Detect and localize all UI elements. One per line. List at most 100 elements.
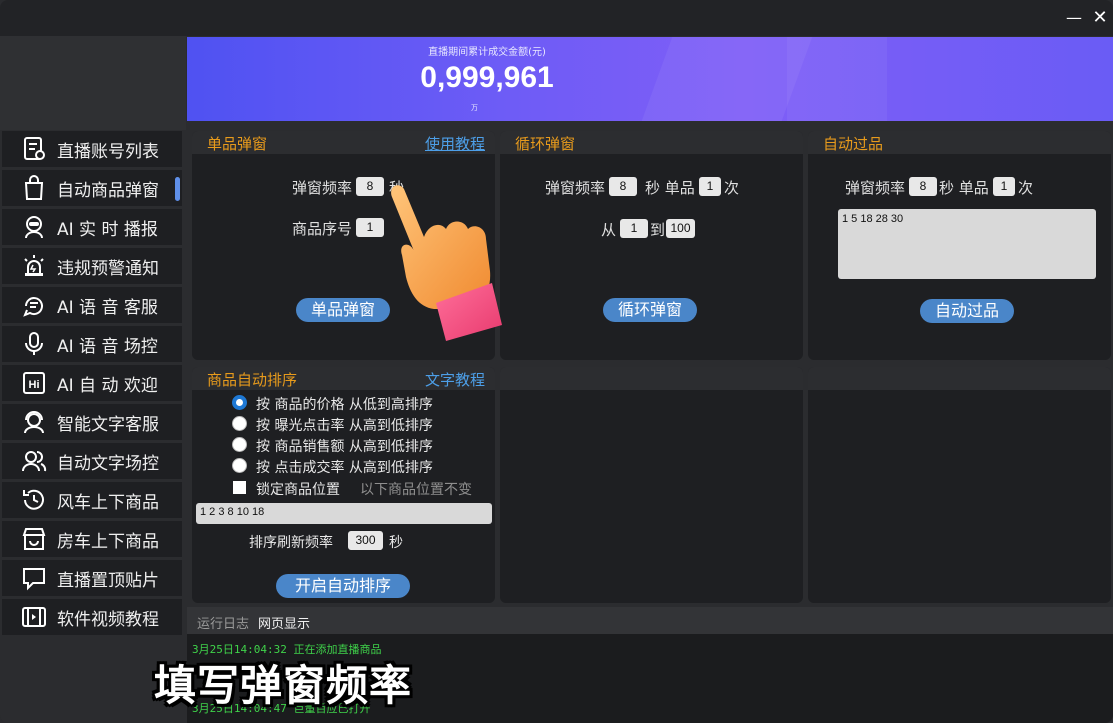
panel-title: 自动过品 (823, 135, 884, 153)
sidebar-item-ai-welcome[interactable]: Hi AI 自 动 欢迎 (2, 365, 182, 401)
sort-option-label: 按 曝光点击率 从高到低排序 (256, 418, 433, 434)
store-icon (19, 524, 49, 554)
sidebar-item-label: 违规预警通知 (57, 258, 159, 279)
tab-run-log[interactable]: 运行日志 (197, 613, 249, 632)
hi-icon: Hi (19, 368, 49, 398)
banner-title: 直播期间累计成交金额(元) (428, 47, 546, 58)
single-popup-button[interactable]: 单品弹窗 (296, 298, 390, 322)
auto-pass-count-unit: 次 (1018, 179, 1034, 197)
auto-pass-list-textarea[interactable]: 1 5 18 28 30 (838, 209, 1096, 279)
range-from-label: 从 (601, 221, 617, 239)
sidebar-item-pinned-sticker[interactable]: 直播置顶贴片 (2, 560, 182, 596)
auto-pass-frequency-label: 弹窗频率 (845, 179, 906, 197)
auto-pass-frequency-input[interactable]: 8 (909, 177, 937, 196)
sidebar-item-auto-popup[interactable]: 自动商品弹窗 (2, 170, 182, 206)
users-icon (19, 446, 49, 476)
panel-title: 循环弹窗 (515, 135, 576, 153)
sidebar-item-label: 自动商品弹窗 (57, 180, 159, 201)
sidebar-item-label: 自动文字场控 (57, 453, 159, 474)
banner-unit: 万 (471, 104, 478, 112)
refresh-frequency-unit: 秒 (389, 535, 403, 551)
sidebar: 直播账号列表 自动商品弹窗 AI 实 时 播报 违规预警通知 AI 语 音 客服… (0, 36, 186, 723)
sidebar-item-label: 直播账号列表 (57, 141, 159, 162)
banner-value: 0,999,961 (420, 61, 554, 94)
log-tabs (187, 607, 1113, 634)
sidebar-item-rv-products[interactable]: 房车上下商品 (2, 521, 182, 557)
lock-position-hint: 以下商品位置不变 (360, 482, 472, 498)
sales-banner: 直播期间累计成交金额(元) 0,999,961 万 (187, 37, 1113, 121)
sidebar-item-text-control[interactable]: 自动文字场控 (2, 443, 182, 479)
app-window: — ✕ 直播账号列表 自动商品弹窗 AI 实 时 播报 违规预警通知 AI 语 … (0, 0, 1113, 723)
auto-pass-frequency-unit: 秒 单品 (939, 179, 989, 197)
account-list-icon (19, 134, 49, 164)
refresh-frequency-input[interactable]: 300 (348, 531, 383, 550)
sidebar-item-label: 风车上下商品 (57, 492, 159, 513)
empty-panel (500, 367, 803, 603)
sidebar-item-account-list[interactable]: 直播账号列表 (2, 131, 182, 167)
message-icon (19, 563, 49, 593)
bag-icon (19, 173, 49, 203)
usage-tutorial-link[interactable]: 使用教程 (425, 133, 485, 154)
loop-frequency-input[interactable]: 8 (609, 177, 637, 196)
sort-option-radio[interactable] (232, 437, 247, 452)
voice-service-icon (19, 290, 49, 320)
loop-frequency-label: 弹窗频率 (545, 179, 606, 197)
svg-text:Hi: Hi (29, 379, 40, 391)
range-to-label: 到 (650, 221, 666, 239)
auto-pass-button[interactable]: 自动过品 (920, 299, 1014, 323)
sort-option-radio[interactable] (232, 416, 247, 431)
title-bar: — ✕ (0, 0, 1113, 36)
sidebar-item-label: AI 自 动 欢迎 (57, 375, 158, 396)
locked-positions-input[interactable]: 1 2 3 8 10 18 (196, 503, 492, 524)
sidebar-item-label: 软件视频教程 (57, 609, 159, 630)
tab-web-view[interactable]: 网页显示 (258, 613, 310, 632)
sidebar-item-video-tutorial[interactable]: 软件视频教程 (2, 599, 182, 635)
close-icon[interactable]: ✕ (1090, 8, 1110, 28)
refresh-frequency-label: 排序刷新频率 (249, 535, 333, 551)
sidebar-item-ai-voice-control[interactable]: AI 语 音 场控 (2, 326, 182, 362)
sidebar-item-windmill-products[interactable]: 风车上下商品 (2, 482, 182, 518)
sidebar-item-ai-voice-service[interactable]: AI 语 音 客服 (2, 287, 182, 323)
minimize-icon[interactable]: — (1064, 8, 1084, 28)
range-to-input[interactable]: 100 (666, 219, 695, 238)
sort-option-label: 按 商品销售额 从高到低排序 (256, 439, 433, 455)
loop-count-input[interactable]: 1 (699, 177, 721, 196)
alarm-icon (19, 251, 49, 281)
panel-header (500, 367, 803, 390)
sidebar-item-violation-alert[interactable]: 违规预警通知 (2, 248, 182, 284)
sidebar-item-label: AI 语 音 场控 (57, 336, 158, 357)
video-caption: 填写弹窗频率 (154, 661, 413, 710)
lock-position-label: 锁定商品位置 (256, 482, 340, 498)
panel-title: 单品弹窗 (207, 135, 268, 153)
microphone-icon (19, 329, 49, 359)
start-auto-sort-button[interactable]: 开启自动排序 (276, 574, 410, 598)
sidebar-item-ai-broadcast[interactable]: AI 实 时 播报 (2, 209, 182, 245)
sort-option-label: 按 点击成交率 从高到低排序 (256, 460, 433, 476)
banner-decoration (787, 37, 887, 121)
pointing-hand-icon (391, 185, 502, 341)
sidebar-item-label: AI 实 时 播报 (57, 219, 158, 240)
agent-icon (19, 407, 49, 437)
lock-position-checkbox[interactable] (233, 481, 246, 494)
loop-frequency-unit: 秒 单品 (645, 179, 695, 197)
loop-count-unit: 次 (724, 179, 740, 197)
sidebar-item-label: AI 语 音 客服 (57, 297, 158, 318)
panel-title: 商品自动排序 (207, 371, 298, 389)
panel-header (808, 367, 1111, 390)
text-tutorial-link[interactable]: 文字教程 (425, 369, 485, 390)
empty-panel (808, 367, 1111, 603)
sort-option-radio[interactable] (232, 458, 247, 473)
loop-popup-button[interactable]: 循环弹窗 (603, 298, 697, 322)
auto-pass-count-input[interactable]: 1 (993, 177, 1015, 196)
range-from-input[interactable]: 1 (620, 219, 648, 238)
cycle-icon (19, 485, 49, 515)
auto-pass-panel: 自动过品 弹窗频率 8 秒 单品 1 次 1 5 18 28 30 自动过品 (808, 131, 1111, 360)
sidebar-item-label: 房车上下商品 (57, 531, 159, 552)
sidebar-item-label: 直播置顶贴片 (57, 570, 159, 591)
popup-frequency-label: 弹窗频率 (292, 179, 353, 197)
sidebar-item-text-service[interactable]: 智能文字客服 (2, 404, 182, 440)
sort-option-radio[interactable] (232, 395, 247, 410)
loop-popup-panel: 循环弹窗 弹窗频率 8 秒 单品 1 次 从 1 到 100 循环弹窗 (500, 131, 803, 360)
robot-icon (19, 212, 49, 242)
product-index-label: 商品序号 (292, 220, 353, 238)
